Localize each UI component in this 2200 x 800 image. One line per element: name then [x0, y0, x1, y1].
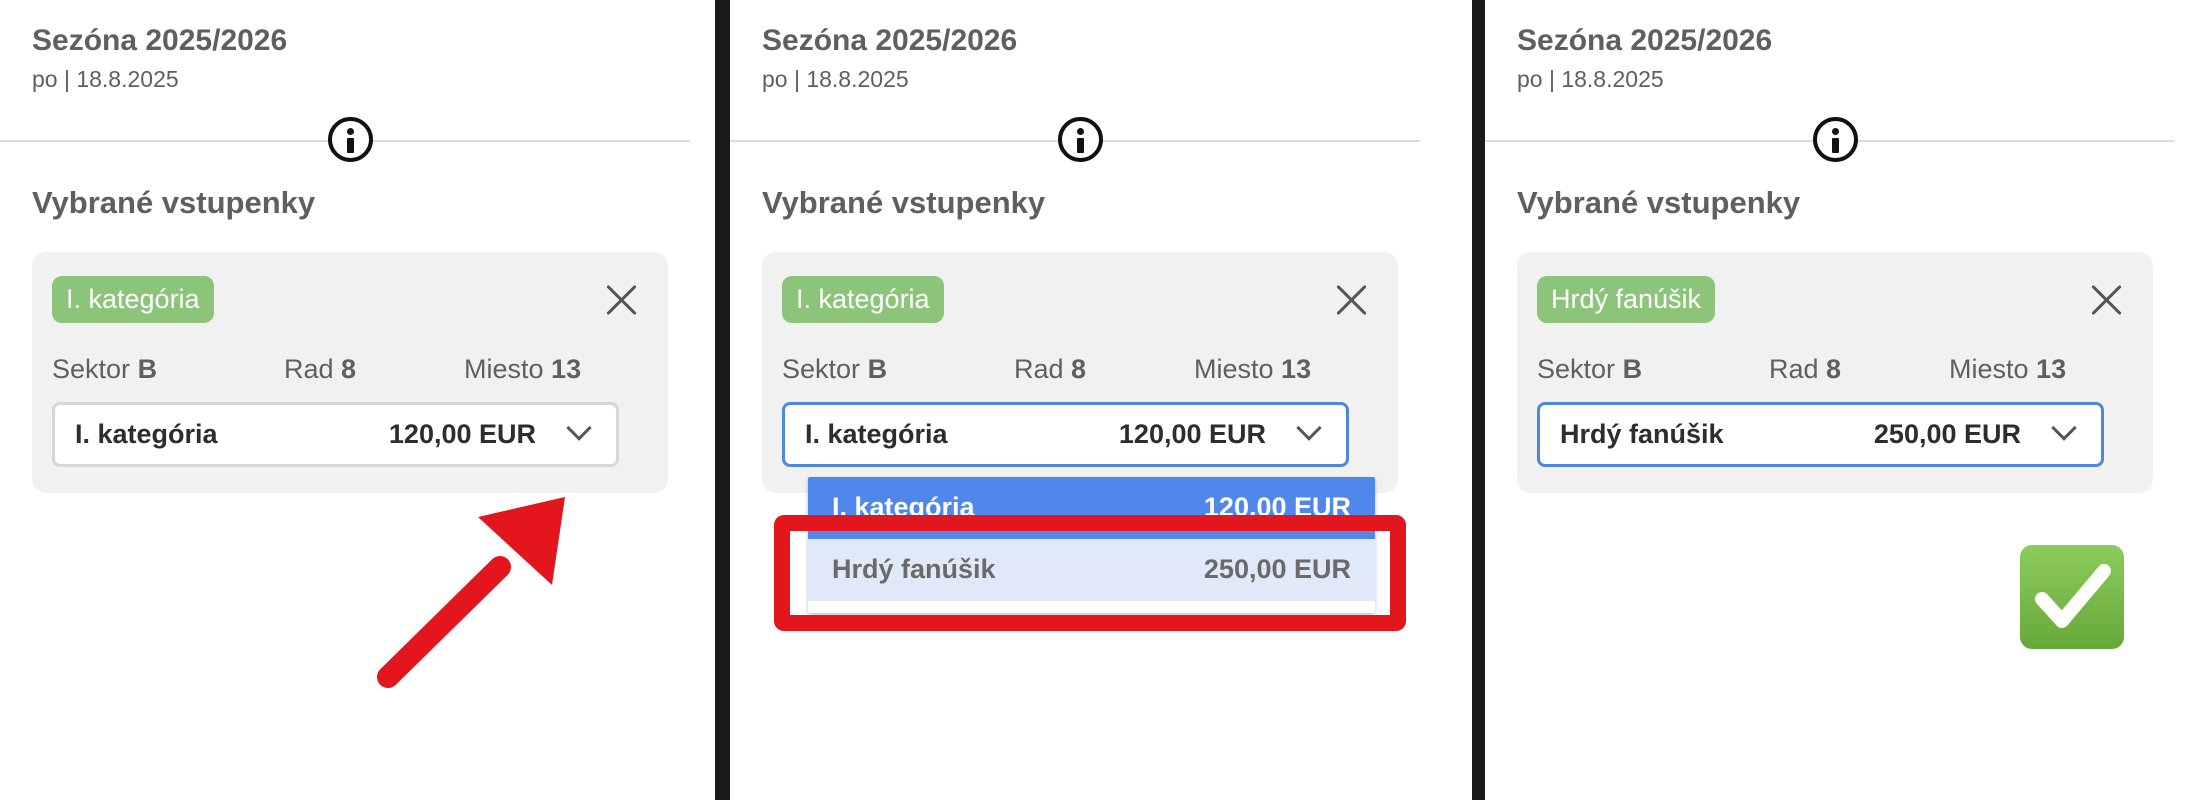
red-highlight-box	[774, 515, 1406, 631]
season-date: po | 18.8.2025	[32, 66, 179, 92]
info-icon[interactable]	[1813, 117, 1858, 162]
price-category-select[interactable]: Hrdý fanúšik 250,00 EUR	[1537, 402, 2104, 467]
season-title: Sezóna 2025/2026	[32, 24, 288, 57]
ticket-card: Hrdý fanúšik Sektor B Rad 8 Miesto 13 Hr…	[1517, 252, 2153, 493]
close-icon[interactable]	[604, 282, 640, 318]
select-category-name: I. kategória	[75, 419, 218, 449]
select-category-price: 120,00 EUR	[388, 419, 536, 449]
seat-row: Rad 8	[284, 354, 357, 384]
red-arrow-icon	[377, 497, 565, 688]
ticket-card: I. kategória Sektor B Rad 8 Miesto 13 I.…	[762, 252, 1398, 493]
seat-place: Miesto 13	[1949, 354, 2067, 384]
step-1-panel: Sezóna 2025/2026 po | 18.8.2025 Vybrané …	[0, 0, 715, 800]
price-category-select[interactable]: I. kategória 120,00 EUR	[782, 402, 1349, 467]
category-badge: I. kategória	[52, 276, 214, 323]
season-date: po | 18.8.2025	[1517, 66, 1664, 92]
season-title: Sezóna 2025/2026	[1517, 24, 1773, 57]
seat-sector: Sektor B	[1537, 354, 1643, 384]
select-category-name: I. kategória	[805, 419, 948, 449]
season-title: Sezóna 2025/2026	[762, 24, 1018, 57]
chevron-down-icon	[566, 415, 592, 441]
section-title: Vybrané vstupenky	[762, 185, 1046, 220]
seat-sector: Sektor B	[52, 354, 158, 384]
seat-place: Miesto 13	[1194, 354, 1312, 384]
info-icon[interactable]	[328, 117, 373, 162]
season-date: po | 18.8.2025	[762, 66, 909, 92]
close-icon[interactable]	[2089, 282, 2125, 318]
price-category-select[interactable]: I. kategória 120,00 EUR	[52, 402, 619, 467]
step-3-panel: Sezóna 2025/2026 po | 18.8.2025 Vybrané …	[1485, 0, 2200, 800]
select-category-price: 250,00 EUR	[1873, 419, 2021, 449]
category-badge: I. kategória	[782, 276, 944, 323]
seat-row: Rad 8	[1769, 354, 1842, 384]
category-badge: Hrdý fanúšik	[1537, 276, 1716, 323]
select-category-price: 120,00 EUR	[1118, 419, 1266, 449]
info-icon[interactable]	[1058, 117, 1103, 162]
chevron-down-icon	[2051, 415, 2077, 441]
step-2-panel: Sezóna 2025/2026 po | 18.8.2025 Vybrané …	[730, 0, 1472, 800]
seat-place: Miesto 13	[464, 354, 582, 384]
section-title: Vybrané vstupenky	[1517, 185, 1801, 220]
ticket-card: I. kategória Sektor B Rad 8 Miesto 13 I.…	[32, 252, 668, 493]
select-category-name: Hrdý fanúšik	[1560, 419, 1724, 449]
close-icon[interactable]	[1334, 282, 1370, 318]
section-title: Vybrané vstupenky	[32, 185, 316, 220]
check-mark-icon	[2020, 545, 2124, 649]
seat-sector: Sektor B	[782, 354, 888, 384]
seat-row: Rad 8	[1014, 354, 1087, 384]
chevron-down-icon	[1296, 415, 1322, 441]
